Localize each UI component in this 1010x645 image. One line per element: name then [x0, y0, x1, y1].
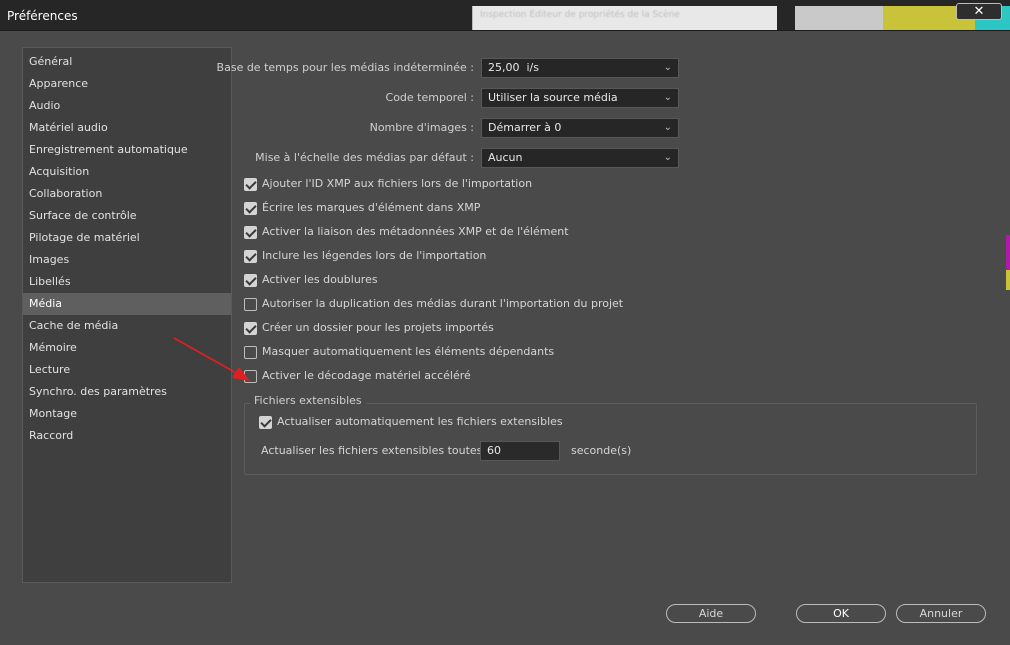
- scale-value: Aucun: [488, 151, 523, 164]
- chevron-down-icon: ⌄: [663, 92, 672, 103]
- checkbox-xmp-id[interactable]: [244, 178, 257, 191]
- checkbox-captions[interactable]: [244, 250, 257, 263]
- sidebar-item-media[interactable]: Média: [23, 293, 231, 315]
- refresh-interval-input[interactable]: 60: [480, 441, 560, 461]
- checkbox-duplicate-media[interactable]: [244, 298, 257, 311]
- title-bar: Préférences Inspection Éditeur de propri…: [0, 0, 1010, 31]
- checkbox-label: Activer le décodage matériel accéléré: [262, 369, 471, 382]
- sidebar-item-labels[interactable]: Libellés: [23, 271, 231, 293]
- window-title: Préférences: [7, 9, 78, 23]
- checkbox-label: Activer les doublures: [262, 273, 378, 286]
- checkbox-label: Masquer automatiquement les éléments dép…: [262, 345, 555, 358]
- edge-accent-magenta: [1006, 235, 1010, 270]
- preferences-sidebar: Général Apparence Audio Matériel audio E…: [22, 47, 232, 583]
- checkbox-auto-refresh[interactable]: [259, 416, 272, 429]
- timecode-row: Code temporel : Utiliser la source média…: [240, 87, 680, 109]
- background-window-gray: [795, 6, 883, 30]
- sidebar-item-auto-save[interactable]: Enregistrement automatique: [23, 139, 231, 161]
- timebase-select[interactable]: 25,00 i/s ⌄: [481, 58, 679, 78]
- timebase-label: Base de temps pour les médias indétermin…: [216, 61, 474, 74]
- timebase-row: Base de temps pour les médias indétermin…: [217, 57, 680, 79]
- chevron-down-icon: ⌄: [663, 122, 672, 133]
- background-window-text: Inspection Éditeur de propriétés de la S…: [480, 10, 680, 20]
- checkbox-label: Activer la liaison des métadonnées XMP e…: [262, 225, 569, 238]
- scale-row: Mise à l'échelle des médias par défaut :…: [240, 147, 680, 169]
- chevron-down-icon: ⌄: [663, 152, 672, 163]
- background-window-strip: Inspection Éditeur de propriétés de la S…: [472, 6, 777, 30]
- sidebar-item-capture[interactable]: Acquisition: [23, 161, 231, 183]
- sidebar-item-audio[interactable]: Audio: [23, 95, 231, 117]
- growing-files-group: [244, 403, 977, 475]
- frame-count-select[interactable]: Démarrer à 0 ⌄: [481, 118, 679, 138]
- edge-accent-yellow: [1006, 270, 1010, 290]
- sidebar-item-general[interactable]: Général: [23, 51, 231, 73]
- timecode-value: Utiliser la source média: [488, 91, 618, 104]
- checkbox-label: Ajouter l'ID XMP aux fichiers lors de l'…: [262, 177, 533, 190]
- checkbox-label: Autoriser la duplication des médias dura…: [262, 297, 624, 310]
- sidebar-item-device-control[interactable]: Pilotage de matériel: [23, 227, 231, 249]
- chevron-down-icon: ⌄: [663, 62, 672, 73]
- sidebar-item-appearance[interactable]: Apparence: [23, 73, 231, 95]
- checkbox-label: Écrire les marques d'élément dans XMP: [262, 201, 481, 214]
- sidebar-item-trim[interactable]: Raccord: [23, 425, 231, 447]
- scale-select[interactable]: Aucun ⌄: [481, 148, 679, 168]
- checkbox-label: Actualiser automatiquement les fichiers …: [277, 415, 563, 428]
- timecode-label: Code temporel :: [385, 91, 474, 104]
- scale-label: Mise à l'échelle des médias par défaut :: [255, 151, 474, 164]
- red-arrow-icon: [173, 337, 250, 381]
- close-button[interactable]: ✕: [956, 3, 1002, 20]
- refresh-interval-unit: seconde(s): [571, 444, 632, 457]
- help-button[interactable]: Aide: [666, 604, 756, 623]
- sidebar-item-audio-hardware[interactable]: Matériel audio: [23, 117, 231, 139]
- checkbox-label: Créer un dossier pour les projets import…: [262, 321, 494, 334]
- sidebar-item-collaboration[interactable]: Collaboration: [23, 183, 231, 205]
- timecode-select[interactable]: Utiliser la source média ⌄: [481, 88, 679, 108]
- sidebar-item-graphics[interactable]: Images: [23, 249, 231, 271]
- frame-count-label: Nombre d'images :: [369, 121, 474, 134]
- frame-count-row: Nombre d'images : Démarrer à 0 ⌄: [240, 117, 680, 139]
- checkbox-clip-markers[interactable]: [244, 202, 257, 215]
- timebase-value: 25,00 i/s: [488, 61, 539, 74]
- growing-files-title: Fichiers extensibles: [250, 394, 366, 407]
- checkbox-xmp-linking[interactable]: [244, 226, 257, 239]
- sidebar-item-control-surface[interactable]: Surface de contrôle: [23, 205, 231, 227]
- cancel-button[interactable]: Annuler: [896, 604, 986, 623]
- ok-button[interactable]: OK: [796, 604, 886, 623]
- refresh-interval-label: Actualiser les fichiers extensibles tout…: [261, 444, 502, 457]
- checkbox-proxies[interactable]: [244, 274, 257, 287]
- sidebar-item-timeline[interactable]: Montage: [23, 403, 231, 425]
- checkbox-label: Inclure les légendes lors de l'importati…: [262, 249, 487, 262]
- frame-count-value: Démarrer à 0: [488, 121, 562, 134]
